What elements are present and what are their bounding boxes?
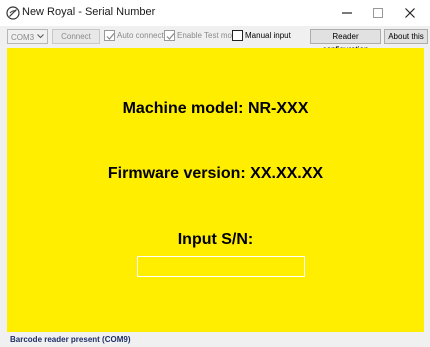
about-button[interactable]: About this <box>384 29 428 44</box>
maximize-button[interactable] <box>363 0 393 26</box>
test-mode-checkbox[interactable] <box>164 30 175 41</box>
port-select-value: COM3 <box>11 33 35 42</box>
window-title: New Royal - Serial Number <box>22 6 156 18</box>
close-button[interactable] <box>395 0 425 26</box>
port-select[interactable]: COM3 <box>7 29 48 44</box>
app-logo-icon <box>6 6 20 20</box>
auto-connect-label: Auto connect <box>117 31 164 40</box>
checkmark-icon <box>106 33 115 40</box>
machine-model-text: Machine model: NR-XXX <box>122 100 309 117</box>
manual-input-checkbox[interactable] <box>232 30 243 41</box>
main-panel: Machine model: NR-XXX Firmware version: … <box>7 48 424 332</box>
checkmark-icon <box>166 33 175 40</box>
chevron-down-icon <box>37 34 44 39</box>
serial-number-input[interactable] <box>137 256 305 277</box>
connect-button[interactable]: Connect <box>52 29 100 44</box>
toolbar: COM3 Connect Auto connect Enable Test mo… <box>0 26 430 54</box>
manual-input-label: Manual input <box>245 31 291 40</box>
auto-connect-checkbox[interactable] <box>104 30 115 41</box>
title-bar: New Royal - Serial Number <box>0 0 430 26</box>
firmware-version-text: Firmware version: XX.XX.XX <box>107 165 324 182</box>
close-icon <box>405 8 415 18</box>
minimize-button[interactable] <box>332 0 362 26</box>
minimize-icon <box>342 12 352 14</box>
maximize-icon <box>373 8 383 18</box>
input-sn-label: Input S/N: <box>177 231 254 248</box>
reader-configuration-button[interactable]: Reader configuration <box>310 29 381 54</box>
status-bar-text: Barcode reader present (COM9) <box>10 335 131 344</box>
